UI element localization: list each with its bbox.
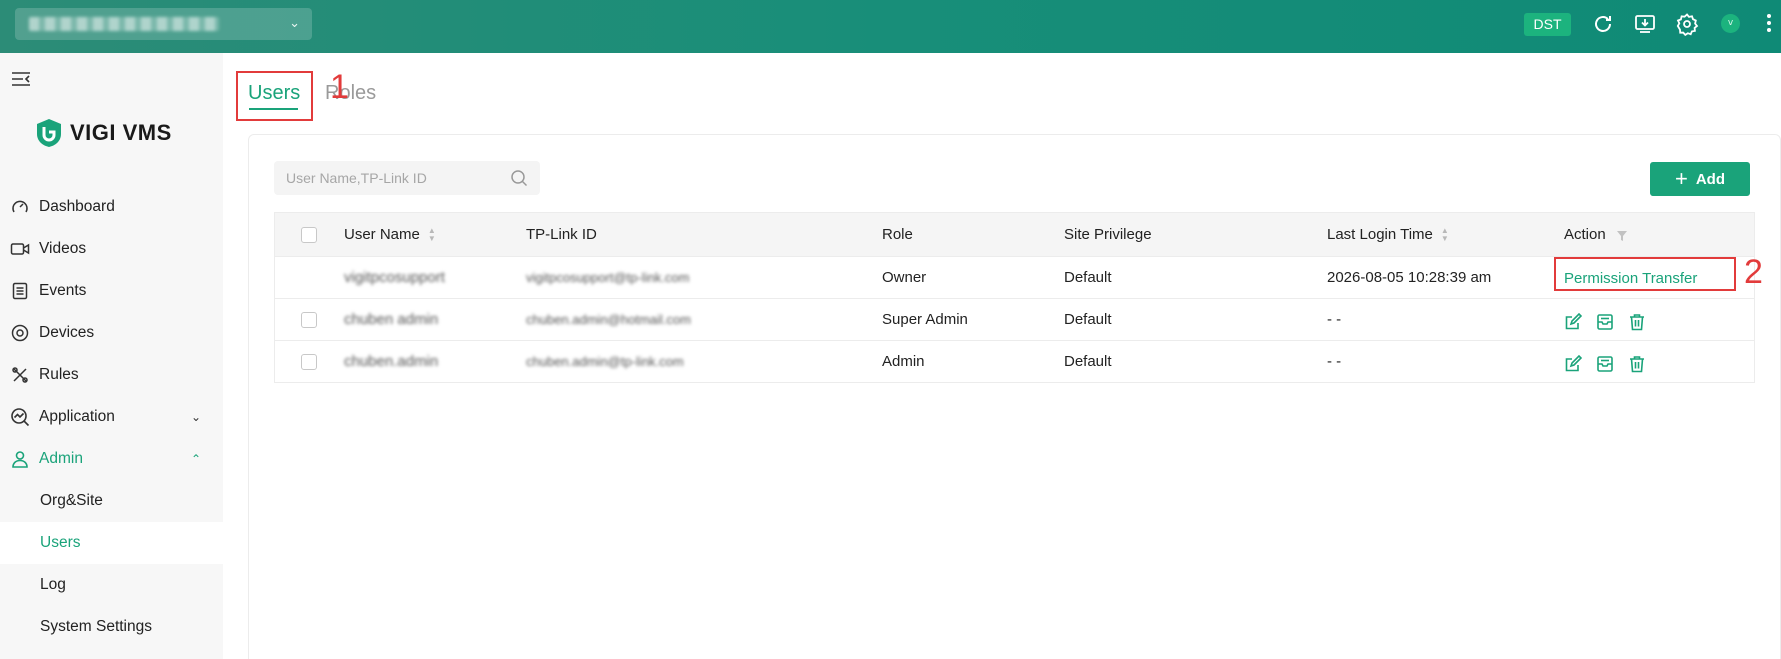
dst-badge[interactable]: DST [1524,13,1571,36]
table-row: chuben.admin chuben.admin@tp-link.com Ad… [275,340,1754,382]
filter-icon[interactable] [1616,229,1628,241]
sidebar-item-system-settings[interactable]: System Settings [0,606,223,648]
cell-site-privilege: Default [1064,353,1112,370]
target-icon [9,323,31,343]
site-selector-value: ▒▒▒▒▒ ▒▒▒▒▒▒ [29,17,219,31]
table-row: vigitpcosupport vigitpcosupport@tp-link.… [275,256,1754,298]
top-bar: ▒▒▒▒▒ ▒▒▒▒▒▒ ⌄ DST v [0,0,1781,53]
site-selector[interactable]: ▒▒▒▒▒ ▒▒▒▒▒▒ ⌄ [15,8,312,40]
sidebar-item-org-site[interactable]: Org&Site [0,480,223,522]
nav-sub-label: Users [40,534,81,551]
download-icon[interactable] [1633,12,1657,36]
row-checkbox[interactable] [301,353,317,370]
search-box[interactable] [274,161,540,195]
vigi-shield-icon [37,119,61,147]
cell-role: Owner [882,269,927,286]
nav-item-devices[interactable]: Devices [0,312,223,354]
edit-icon[interactable] [1564,354,1582,373]
edit-icon[interactable] [1564,312,1582,331]
nav-item-dashboard[interactable]: Dashboard [0,186,223,228]
cell-user-name: vigitpcosupport [344,269,445,286]
header-user-name[interactable]: User Name ▲ ▼ [344,213,436,256]
gauge-icon [9,197,31,217]
cell-user-name: chuben admin [344,311,439,328]
cell-site-privilege: Default [1064,311,1112,328]
nav-item-label: Events [39,282,87,299]
sidebar: VIGI VMS Dashboard Videos Events Devices… [0,53,223,659]
refresh-icon[interactable] [1591,12,1615,36]
cell-last-login: 2026-08-05 10:28:39 am [1327,269,1492,286]
message-box-icon[interactable] [1596,355,1614,373]
header-site-privilege: Site Privilege [1064,226,1152,243]
chevron-up-icon: ⌃ [190,452,201,466]
nav-item-events[interactable]: Events [0,270,223,312]
cell-role: Admin [882,353,925,370]
header-label: Last Login Time [1327,226,1433,243]
user-avatar[interactable]: v [1721,14,1740,33]
annotation-highlight-box-1 [236,71,313,121]
plus-icon: + [1674,166,1688,191]
table-row: chuben admin chuben.admin@hotmail.com Su… [275,298,1754,340]
annotation-number-2: 2 [1744,253,1763,291]
cell-role: Super Admin [882,311,968,328]
search-icon[interactable] [510,169,528,187]
list-icon [9,281,31,301]
row-checkbox[interactable] [301,311,317,328]
delete-icon[interactable] [1628,313,1646,331]
vigi-vms-logo: VIGI VMS [36,118,172,148]
annotation-number-1: 1 [330,68,349,106]
cell-last-login: - - [1327,353,1342,370]
chevron-down-icon: ⌄ [190,410,201,424]
cell-last-login: - - [1327,311,1342,328]
chevron-down-icon: ⌄ [289,16,300,31]
more-options-icon[interactable] [1766,12,1772,36]
cell-actions [1564,301,1646,342]
add-button-label: Add [1695,170,1726,188]
cell-user-name: chuben.admin [344,353,439,370]
nav-sub-label: Log [40,576,66,593]
header-tplink-id: TP-Link ID [526,226,597,243]
sort-icon[interactable]: ▲ ▼ [428,226,436,243]
add-user-button[interactable]: + Add [1650,162,1750,196]
header-label: Action [1564,226,1606,243]
settings-gear-icon[interactable] [1675,12,1699,37]
cell-actions [1564,343,1646,384]
header-role: Role [882,226,913,243]
nav-item-admin[interactable]: Admin ⌃ [0,438,223,480]
cell-tplink-id: chuben.admin@tp-link.com [526,354,684,369]
nav-item-label: Rules [39,366,79,383]
nav-item-rules[interactable]: Rules [0,354,223,396]
users-table: User Name ▲ ▼ TP-Link ID Role Site Privil… [274,212,1755,383]
nav-item-label: Application [39,408,115,425]
cell-site-privilege: Default [1064,269,1112,286]
sort-icon[interactable]: ▲ ▼ [1441,226,1449,243]
video-camera-icon [9,239,31,259]
sidebar-item-users[interactable]: Users [0,522,223,564]
header-label: User Name [344,226,420,243]
table-header: User Name ▲ ▼ TP-Link ID Role Site Privil… [275,213,1754,256]
collapse-sidebar-icon[interactable] [11,71,31,87]
nav-item-label: Dashboard [39,198,115,215]
nav-item-application[interactable]: Application ⌄ [0,396,223,438]
delete-icon[interactable] [1628,355,1646,373]
tools-icon [9,365,31,385]
search-input[interactable] [274,161,504,195]
nav-item-label: Videos [39,240,87,257]
nav-item-label: Admin [39,450,83,467]
cell-tplink-id: vigitpcosupport@tp-link.com [526,270,690,285]
nav-item-label: Devices [39,324,95,341]
user-icon [9,449,31,469]
cell-tplink-id: chuben.admin@hotmail.com [526,312,691,327]
nav-item-videos[interactable]: Videos [0,228,223,270]
message-box-icon[interactable] [1596,313,1614,331]
annotation-highlight-box-2 [1554,257,1736,291]
nav-sub-label: System Settings [40,618,152,635]
chart-search-icon [9,407,31,427]
nav-sub-label: Org&Site [40,492,103,509]
header-last-login[interactable]: Last Login Time ▲ ▼ [1327,213,1449,256]
logo-text: VIGI VMS [70,120,172,145]
sidebar-item-log[interactable]: Log [0,564,223,606]
select-all-checkbox[interactable] [301,226,317,243]
header-action: Action [1564,213,1628,256]
